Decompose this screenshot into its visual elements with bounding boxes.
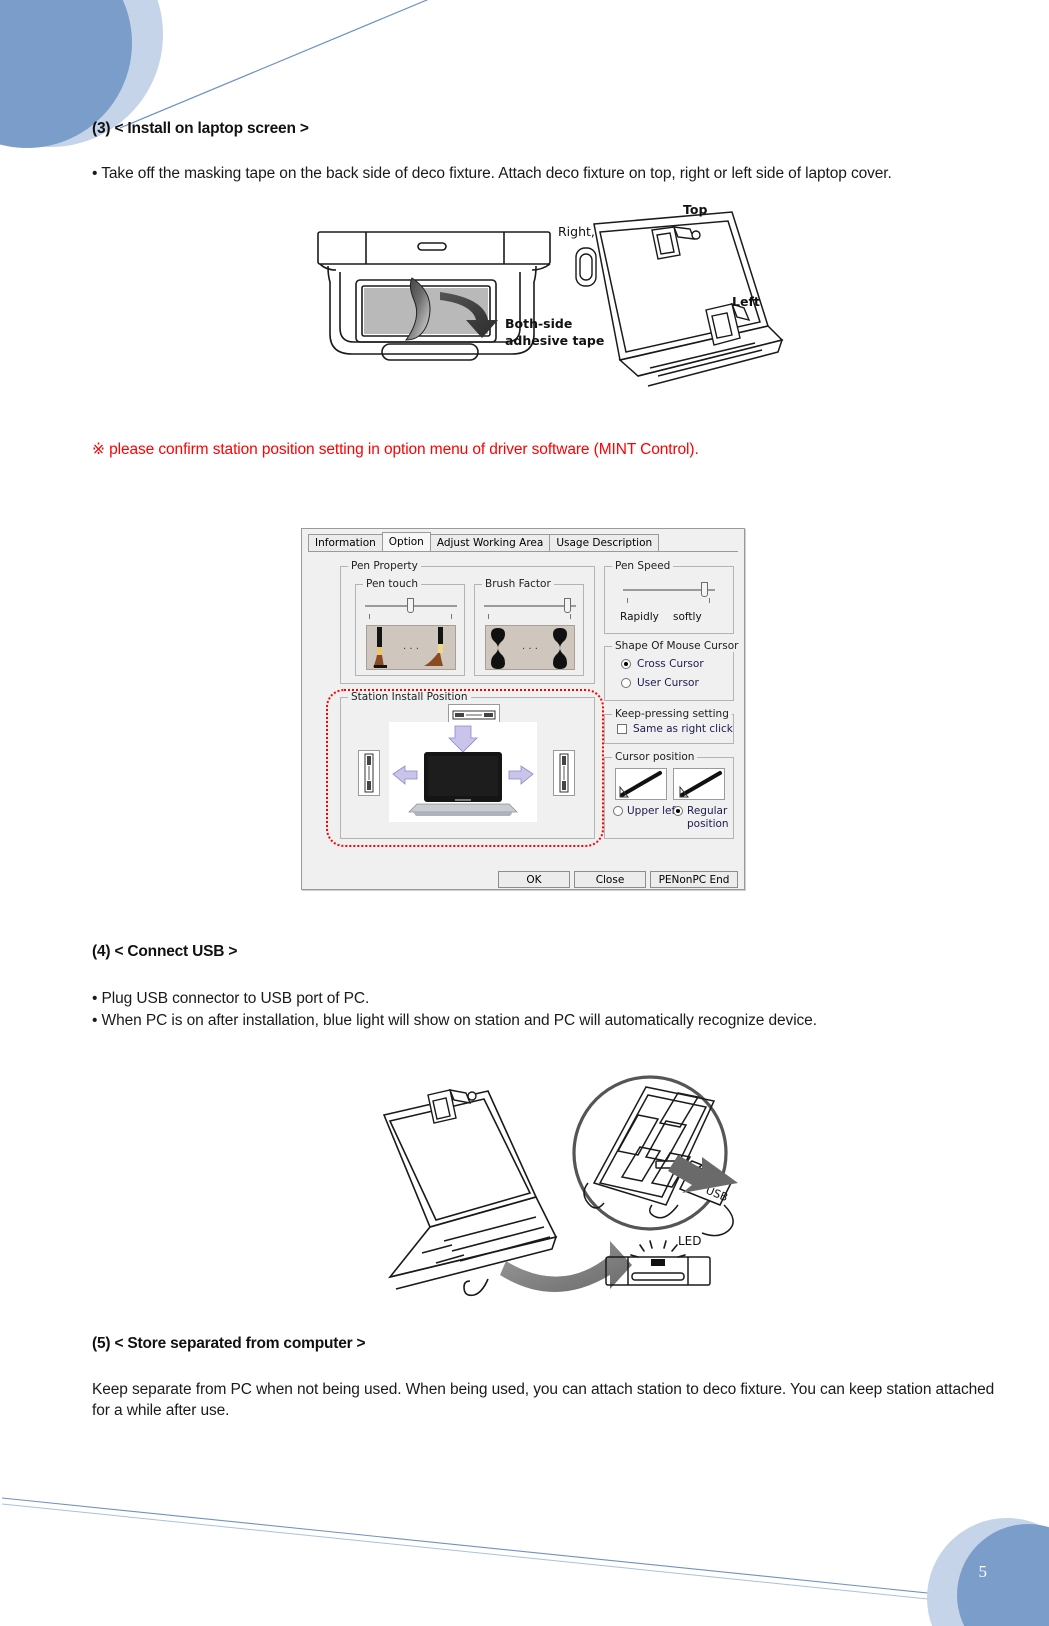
group-pen-touch: Pen touch · · ·: [355, 578, 465, 676]
tab-usage-description[interactable]: Usage Description: [549, 534, 660, 551]
section-4-body-2: • When PC is on after installation, blue…: [92, 1012, 817, 1029]
pen-touch-preview: · · ·: [366, 625, 456, 670]
brush-factor-tick-right: [570, 614, 571, 619]
brush-factor-slider[interactable]: [484, 597, 576, 621]
brush-factor-preview: · · ·: [485, 625, 575, 670]
pen-speed-tick-left: [627, 598, 628, 603]
manual-page: 5 (3) < Install on laptop screen > • Tak…: [0, 0, 1049, 1626]
svg-text:Both-side: Both-side: [505, 316, 572, 331]
radio-regular-position[interactable]: [673, 806, 683, 816]
radio-upper-left-label: Upper left: [627, 805, 680, 817]
svg-text:· · ·: · · ·: [403, 644, 419, 655]
pen-speed-slider-thumb[interactable]: [701, 582, 708, 597]
checkbox-same-as-right-click[interactable]: [617, 724, 627, 734]
install-on-laptop-screen-figure: Both-side adhesive tape Right, Top Left: [300, 200, 800, 390]
section-3-note: ※ please confirm station position settin…: [92, 441, 699, 458]
connect-usb-figure: USB LED: [360, 1065, 750, 1305]
brush-factor-slider-track: [484, 605, 576, 607]
group-brush-factor: Brush Factor · · ·: [474, 578, 584, 676]
radio-cross-cursor[interactable]: [621, 659, 631, 669]
radio-user-cursor[interactable]: [621, 678, 631, 688]
svg-text:adhesive tape: adhesive tape: [505, 333, 604, 348]
cursor-position-preview-upper-left[interactable]: [615, 768, 667, 800]
section-5-body: Keep separate from PC when not being use…: [92, 1381, 995, 1419]
group-station-install-position-label: Station Install Position: [348, 691, 471, 703]
station-position-left-thumbnail[interactable]: [358, 750, 380, 796]
svg-text:LED: LED: [678, 1234, 702, 1248]
dialog-tabstrip[interactable]: Information Option Adjust Working Area U…: [308, 532, 738, 552]
group-shape-of-mouse-cursor-label: Shape Of Mouse Cursor: [612, 640, 742, 652]
decorative-diagonal-line-bottom: [1, 1497, 997, 1607]
pen-speed-label-softly: softly: [673, 611, 702, 623]
group-cursor-position-label: Cursor position: [612, 751, 698, 763]
section-5-heading: (5) < Store separated from computer >: [92, 1335, 366, 1352]
group-pen-speed-label: Pen Speed: [612, 560, 674, 572]
radio-regular-position-label-line2: position: [687, 818, 729, 830]
tab-information[interactable]: Information: [308, 534, 383, 551]
group-cursor-position: Cursor position Upper left Regular posit…: [604, 751, 734, 839]
section-3-heading: (3) < Install on laptop screen >: [92, 120, 309, 137]
radio-regular-position-label: Regular: [687, 805, 728, 817]
decorative-diagonal-line-top: [119, 0, 429, 129]
checkbox-same-as-right-click-label: Same as right click: [633, 723, 733, 735]
group-pen-property: Pen Property Pen touch · · · Brush Facto…: [340, 560, 595, 684]
radio-user-cursor-label: User Cursor: [637, 677, 699, 689]
pen-speed-tick-right: [709, 598, 710, 603]
group-station-install-position: Station Install Position: [340, 691, 595, 839]
cursor-position-preview-regular[interactable]: [673, 768, 725, 800]
decorative-circle-outer-bottom-right: [927, 1518, 1049, 1626]
svg-text:Top: Top: [683, 202, 707, 217]
ok-button[interactable]: OK: [498, 871, 570, 888]
pen-touch-tick-left: [369, 614, 370, 619]
page-number: 5: [978, 1562, 988, 1581]
group-pen-touch-label: Pen touch: [363, 578, 422, 590]
brush-factor-tick-left: [488, 614, 489, 619]
tab-option[interactable]: Option: [381, 532, 431, 551]
section-3-body: • Take off the masking tape on the back …: [92, 165, 892, 182]
close-button[interactable]: Close: [574, 871, 646, 888]
pen-touch-slider-thumb[interactable]: [407, 598, 414, 613]
group-keep-pressing-setting-label: Keep-pressing setting: [612, 708, 732, 720]
pen-speed-label-rapidly: Rapidly: [620, 611, 659, 623]
group-pen-property-label: Pen Property: [348, 560, 421, 572]
pen-touch-tick-right: [451, 614, 452, 619]
section-4-body-1: • Plug USB connector to USB port of PC.: [92, 990, 370, 1007]
brush-factor-slider-thumb[interactable]: [564, 598, 571, 613]
section-4-heading: (4) < Connect USB >: [92, 943, 238, 960]
group-brush-factor-label: Brush Factor: [482, 578, 554, 590]
group-shape-of-mouse-cursor: Shape Of Mouse Cursor Cross Cursor User …: [604, 640, 742, 701]
decorative-circle-inner-bottom-right: [957, 1524, 1049, 1626]
pen-speed-slider[interactable]: [623, 581, 715, 605]
radio-upper-left[interactable]: [613, 806, 623, 816]
pen-touch-slider[interactable]: [365, 597, 457, 621]
group-keep-pressing-setting: Keep-pressing setting Same as right clic…: [604, 708, 734, 744]
mint-control-dialog[interactable]: Information Option Adjust Working Area U…: [301, 528, 745, 890]
penonpc-end-button[interactable]: PENonPC End: [650, 871, 738, 888]
svg-text:· · ·: · · ·: [522, 644, 538, 655]
radio-cross-cursor-label: Cross Cursor: [637, 658, 704, 670]
svg-text:Right,: Right,: [558, 224, 595, 239]
group-pen-speed: Pen Speed Rapidly softly: [604, 560, 734, 634]
tab-adjust-working-area[interactable]: Adjust Working Area: [429, 534, 551, 551]
station-install-laptop-illustration: [389, 722, 537, 822]
svg-text:Left: Left: [732, 294, 760, 309]
station-position-right-thumbnail[interactable]: [553, 750, 575, 796]
